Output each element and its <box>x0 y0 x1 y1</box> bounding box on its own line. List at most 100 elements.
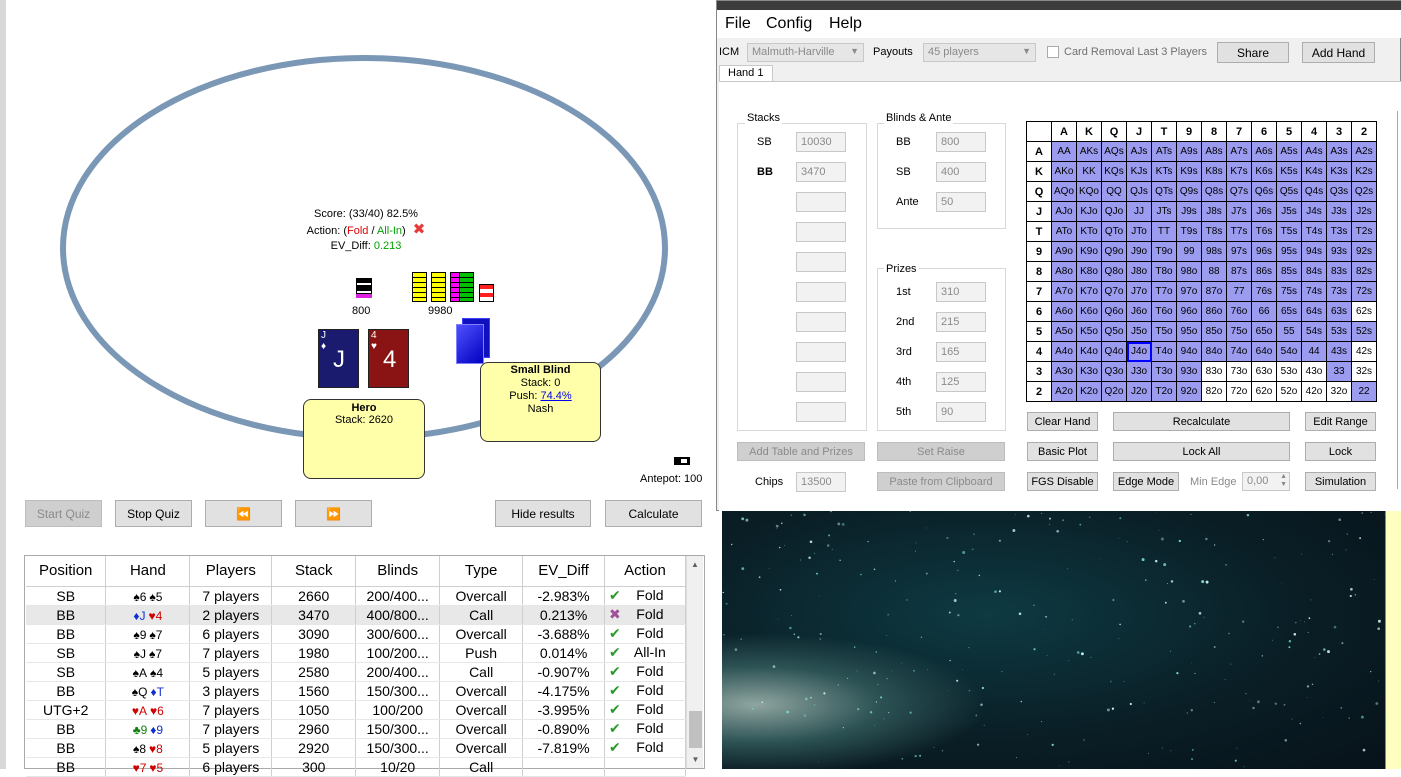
table-row[interactable]: UTG+2 ♥A ♥6 7 players 1050 100/200 Overcall -3.… <box>26 700 686 720</box>
stack-field-6[interactable] <box>796 282 846 302</box>
menu-config[interactable]: Config <box>766 15 812 33</box>
range-cell[interactable]: 63o <box>1251 361 1277 382</box>
range-cell[interactable]: K6o <box>1076 301 1102 322</box>
range-cell[interactable]: 54s <box>1301 321 1327 342</box>
range-cell[interactable]: A9s <box>1176 141 1202 162</box>
range-cell[interactable]: 43s <box>1326 341 1352 362</box>
range-cell[interactable]: 95s <box>1276 241 1302 262</box>
range-cell[interactable]: K3o <box>1076 361 1102 382</box>
tab-hand-1[interactable]: Hand 1 <box>719 65 773 82</box>
range-cell[interactable]: K4o <box>1076 341 1102 362</box>
range-cell[interactable]: AQo <box>1051 181 1077 202</box>
range-cell[interactable]: A5o <box>1051 321 1077 342</box>
col-blinds[interactable]: Blinds <box>355 556 441 587</box>
ante-field[interactable]: 50 <box>936 192 986 212</box>
range-cell[interactable]: AKo <box>1051 161 1077 182</box>
range-cell[interactable]: 85o <box>1201 321 1227 342</box>
recalculate-button[interactable]: Recalculate <box>1113 412 1290 431</box>
range-cell[interactable]: 22 <box>1351 381 1377 402</box>
history-scrollbar[interactable]: ▲ ▼ <box>686 556 703 768</box>
table-row[interactable]: BB ♦J ♥4 2 players 3470 400/800... Call 0.213% ✖… <box>26 605 686 625</box>
range-cell[interactable]: 32o <box>1326 381 1352 402</box>
range-cell[interactable]: 86o <box>1201 301 1227 322</box>
prize-2-field[interactable]: 215 <box>936 312 986 332</box>
range-cell[interactable]: J4s <box>1301 201 1327 222</box>
range-cell[interactable]: Q8o <box>1101 261 1127 282</box>
lock-button[interactable]: Lock <box>1305 442 1376 461</box>
range-cell[interactable]: A2s <box>1351 141 1377 162</box>
range-cell[interactable]: K5o <box>1076 321 1102 342</box>
range-cell[interactable]: 87s <box>1226 261 1252 282</box>
range-cell[interactable]: 65s <box>1276 301 1302 322</box>
range-cell[interactable]: A8s <box>1201 141 1227 162</box>
col-hand[interactable]: Hand <box>105 556 191 587</box>
range-cell[interactable]: 64s <box>1301 301 1327 322</box>
range-cell[interactable]: K2o <box>1076 381 1102 402</box>
range-cell[interactable]: KTo <box>1076 221 1102 242</box>
range-cell[interactable]: K8o <box>1076 261 1102 282</box>
range-cell[interactable]: T2o <box>1151 381 1177 402</box>
range-cell[interactable]: 93o <box>1176 361 1202 382</box>
range-cell[interactable]: Q7o <box>1101 281 1127 302</box>
range-cell[interactable]: 44 <box>1301 341 1327 362</box>
range-cell[interactable]: QTo <box>1101 221 1127 242</box>
range-cell[interactable]: 33 <box>1326 361 1352 382</box>
range-cell[interactable]: 88 <box>1201 261 1227 282</box>
range-cell[interactable]: Q2o <box>1101 381 1127 402</box>
range-cell[interactable]: 82o <box>1201 381 1227 402</box>
range-cell[interactable]: Q7s <box>1226 181 1252 202</box>
lock-all-button[interactable]: Lock All <box>1113 442 1290 461</box>
range-cell[interactable]: J3o <box>1126 361 1152 382</box>
range-cell[interactable]: KJs <box>1126 161 1152 182</box>
range-cell[interactable]: Q8s <box>1201 181 1227 202</box>
table-row[interactable]: SB ♠J ♠7 7 players 1980 100/200... Push 0.014% ✔… <box>26 643 686 663</box>
range-cell[interactable]: 73s <box>1326 281 1352 302</box>
range-cell[interactable]: T7o <box>1151 281 1177 302</box>
edge-mode-button[interactable]: Edge Mode <box>1113 472 1179 491</box>
range-cell[interactable]: KK <box>1076 161 1102 182</box>
range-cell[interactable]: J5s <box>1276 201 1302 222</box>
range-cell[interactable]: 96o <box>1176 301 1202 322</box>
range-cell[interactable]: 55 <box>1276 321 1302 342</box>
range-cell[interactable]: J8s <box>1201 201 1227 222</box>
range-cell[interactable]: J7s <box>1226 201 1252 222</box>
range-cell[interactable]: 64o <box>1251 341 1277 362</box>
range-cell[interactable]: T8o <box>1151 261 1177 282</box>
range-cell[interactable]: 92s <box>1351 241 1377 262</box>
calculate-button[interactable]: Calculate <box>605 500 702 527</box>
range-cell[interactable]: Q9o <box>1101 241 1127 262</box>
edit-range-button[interactable]: Edit Range <box>1305 412 1376 431</box>
range-cell[interactable]: 66 <box>1251 301 1277 322</box>
range-cell[interactable]: J8o <box>1126 261 1152 282</box>
range-cell[interactable]: K3s <box>1326 161 1352 182</box>
col-position[interactable]: Position <box>26 556 107 587</box>
range-cell[interactable]: 84o <box>1201 341 1227 362</box>
range-cell[interactable]: AJo <box>1051 201 1077 222</box>
range-cell[interactable]: JTo <box>1126 221 1152 242</box>
range-cell[interactable]: 94s <box>1301 241 1327 262</box>
range-cell[interactable]: J3s <box>1326 201 1352 222</box>
col-type[interactable]: Type <box>439 556 524 587</box>
scroll-down-icon[interactable]: ▼ <box>687 751 704 768</box>
range-cell[interactable]: T5o <box>1151 321 1177 342</box>
range-cell[interactable]: J9o <box>1126 241 1152 262</box>
range-cell[interactable]: 87o <box>1201 281 1227 302</box>
range-cell[interactable]: A3o <box>1051 361 1077 382</box>
add-hand-button[interactable]: Add Hand <box>1302 42 1375 63</box>
range-cell[interactable]: JJ <box>1126 201 1152 222</box>
prize-3-field[interactable]: 165 <box>936 342 986 362</box>
range-cell[interactable]: T3s <box>1326 221 1352 242</box>
menu-file[interactable]: File <box>725 15 751 33</box>
range-cell[interactable]: 72o <box>1226 381 1252 402</box>
range-cell[interactable]: 86s <box>1251 261 1277 282</box>
range-cell[interactable]: 76o <box>1226 301 1252 322</box>
range-cell[interactable]: J6s <box>1251 201 1277 222</box>
range-cell[interactable]: AKs <box>1076 141 1102 162</box>
range-cell[interactable]: T3o <box>1151 361 1177 382</box>
clear-hand-button[interactable]: Clear Hand <box>1027 412 1098 431</box>
table-row[interactable]: SB ♠6 ♠5 7 players 2660 200/400... Overcall -2.… <box>26 586 686 606</box>
range-cell[interactable]: 83s <box>1326 261 1352 282</box>
range-cell[interactable]: 99 <box>1176 241 1202 262</box>
range-cell[interactable]: J6o <box>1126 301 1152 322</box>
range-cell[interactable]: 62s <box>1351 301 1377 322</box>
